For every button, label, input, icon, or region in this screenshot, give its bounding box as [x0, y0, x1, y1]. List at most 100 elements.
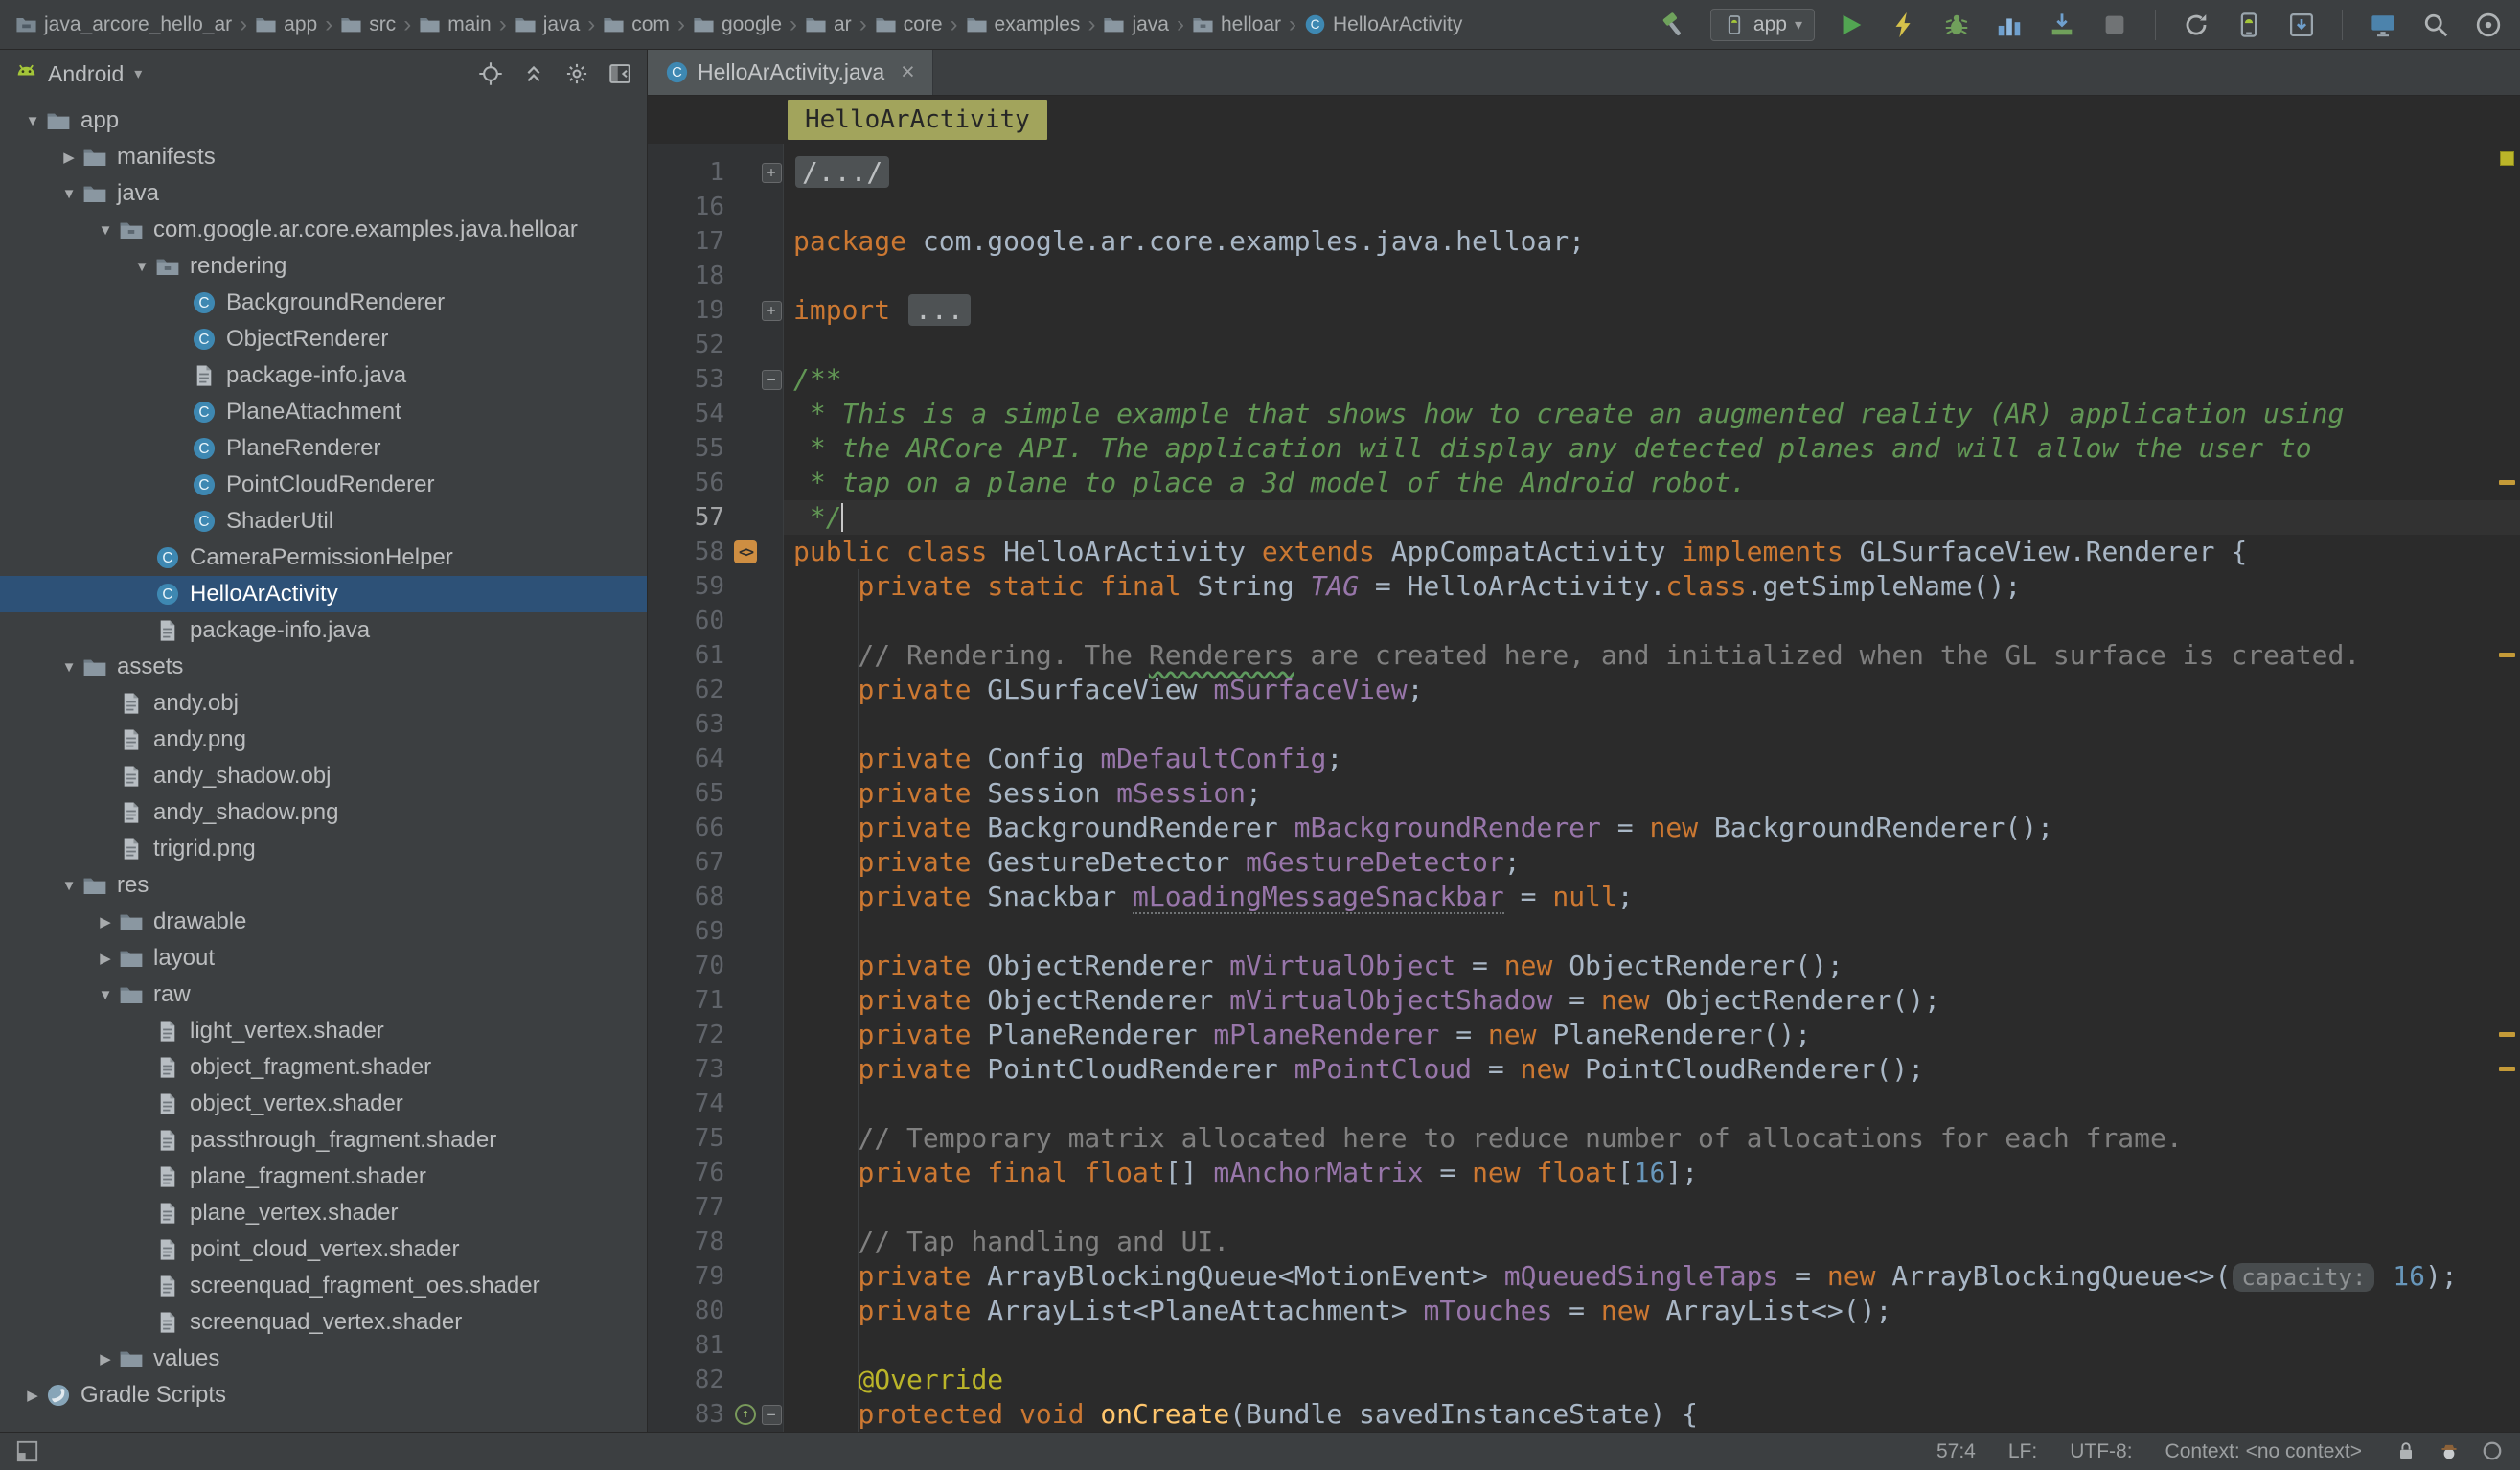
code-line-80[interactable]: 80 private ArrayList<PlaneAttachment> mT… [648, 1294, 2520, 1328]
code-line-16[interactable]: 16 [648, 190, 2520, 224]
code-line-60[interactable]: 60 [648, 604, 2520, 638]
breadcrumb-item-core[interactable]: core [875, 13, 943, 36]
breadcrumb-item-helloaractivity[interactable]: CHelloArActivity [1304, 13, 1462, 36]
tree-item-plane-fragment-shader[interactable]: plane_fragment.shader [0, 1159, 647, 1195]
background-tasks-icon[interactable] [2481, 1439, 2505, 1463]
assistant-icon[interactable] [2472, 9, 2505, 41]
tree-item-andy-png[interactable]: andy.png [0, 722, 647, 758]
chevron-collapsed-icon[interactable]: ▶ [56, 149, 82, 166]
tree-item-values[interactable]: ▶values [0, 1341, 647, 1377]
code-line-56[interactable]: 56 * tap on a plane to place a 3d model … [648, 466, 2520, 500]
code-line-67[interactable]: 67 private GestureDetector mGestureDetec… [648, 845, 2520, 880]
fold-marker[interactable]: − [759, 1397, 784, 1432]
tree-item-plane-vertex-shader[interactable]: plane_vertex.shader [0, 1195, 647, 1231]
sdk-manager-icon[interactable] [2285, 9, 2318, 41]
run-icon[interactable] [1835, 9, 1867, 41]
code-area[interactable]: 1+/.../1617package com.google.ar.core.ex… [648, 144, 2520, 1432]
breadcrumb-item-examples[interactable]: examples [966, 13, 1081, 36]
breadcrumb-item-google[interactable]: google [693, 13, 782, 36]
tree-item-objectrenderer[interactable]: CObjectRenderer [0, 321, 647, 357]
tree-item-andy-shadow-obj[interactable]: andy_shadow.obj [0, 758, 647, 794]
tree-item-passthrough-fragment-shader[interactable]: passthrough_fragment.shader [0, 1122, 647, 1159]
tree-item-gradle-scripts[interactable]: ▶Gradle Scripts [0, 1377, 647, 1413]
code-line-57[interactable]: 57 */ [648, 500, 2520, 535]
code-line-73[interactable]: 73 private PointCloudRenderer mPointClou… [648, 1052, 2520, 1087]
avd-manager-icon[interactable] [2233, 9, 2265, 41]
breadcrumb-item-main[interactable]: main [419, 13, 492, 36]
chevron-collapsed-icon[interactable]: ▶ [19, 1387, 46, 1404]
tree-item-screenquad-fragment-oes-shader[interactable]: screenquad_fragment_oes.shader [0, 1268, 647, 1304]
code-line-53[interactable]: 53−/** [648, 362, 2520, 397]
code-line-76[interactable]: 76 private final float[] mAnchorMatrix =… [648, 1156, 2520, 1190]
code-line-83[interactable]: 83↑− protected void onCreate(Bundle save… [648, 1397, 2520, 1432]
code-line-78[interactable]: 78 // Tap handling and UI. [648, 1225, 2520, 1259]
profiler-icon[interactable] [1993, 9, 2026, 41]
chevron-collapsed-icon[interactable]: ▶ [92, 1350, 119, 1367]
code-line-82[interactable]: 82 @Override [648, 1363, 2520, 1397]
breadcrumb-item-helloar[interactable]: helloar [1192, 13, 1281, 36]
chevron-expanded-icon[interactable]: ▼ [56, 186, 82, 202]
attach-debugger-icon[interactable] [2046, 9, 2078, 41]
code-line-74[interactable]: 74 [648, 1087, 2520, 1121]
breadcrumb-item-ar[interactable]: ar [805, 13, 852, 36]
hide-panel-icon[interactable] [607, 60, 633, 87]
tree-item-package-info-java[interactable]: package-info.java [0, 357, 647, 394]
code-line-19[interactable]: 19+import ... [648, 293, 2520, 328]
code-line-65[interactable]: 65 private Session mSession; [648, 776, 2520, 811]
error-stripe[interactable] [2493, 144, 2520, 1432]
code-line-55[interactable]: 55 * the ARCore API. The application wil… [648, 431, 2520, 466]
code-line-17[interactable]: 17package com.google.ar.core.examples.ja… [648, 224, 2520, 259]
caret-position[interactable]: 57:4 [1936, 1440, 1976, 1463]
code-line-81[interactable]: 81 [648, 1328, 2520, 1363]
tree-item-layout[interactable]: ▶layout [0, 940, 647, 976]
apply-changes-icon[interactable] [1888, 9, 1920, 41]
gradle-sync-icon[interactable] [2180, 9, 2212, 41]
close-icon[interactable]: × [901, 60, 915, 84]
toolwindow-toggle-icon[interactable] [15, 1439, 39, 1463]
tree-item-drawable[interactable]: ▶drawable [0, 904, 647, 940]
settings-gear-icon[interactable] [563, 60, 590, 87]
tree-item-object-vertex-shader[interactable]: object_vertex.shader [0, 1086, 647, 1122]
file-encoding-indicator[interactable]: UTF-8: [2070, 1440, 2132, 1463]
tree-item-andy-obj[interactable]: andy.obj [0, 685, 647, 722]
inspections-profile-icon[interactable] [2438, 1439, 2462, 1463]
fold-marker[interactable]: + [759, 155, 784, 190]
tree-item-raw[interactable]: ▼raw [0, 976, 647, 1013]
editor-tab[interactable]: C HelloArActivity.java × [648, 50, 933, 95]
layout-inspector-icon[interactable] [2367, 9, 2399, 41]
chevron-expanded-icon[interactable]: ▼ [56, 659, 82, 676]
code-line-62[interactable]: 62 private GLSurfaceView mSurfaceView; [648, 673, 2520, 707]
search-everywhere-icon[interactable] [2419, 9, 2452, 41]
scroll-from-source-icon[interactable] [477, 60, 504, 87]
tree-item-screenquad-vertex-shader[interactable]: screenquad_vertex.shader [0, 1304, 647, 1341]
project-view-selector[interactable]: Android ▾ [13, 61, 142, 87]
stop-icon[interactable] [2098, 9, 2131, 41]
breadcrumb-item-java-arcore-hello-ar[interactable]: java_arcore_hello_ar [15, 13, 232, 36]
tree-item-light-vertex-shader[interactable]: light_vertex.shader [0, 1013, 647, 1049]
manifest-gutter-icon[interactable]: <> [732, 535, 759, 569]
tree-item-java[interactable]: ▼java [0, 175, 647, 212]
tree-item-trigrid-png[interactable]: trigrid.png [0, 831, 647, 867]
code-line-63[interactable]: 63 [648, 707, 2520, 742]
chevron-expanded-icon[interactable]: ▼ [92, 222, 119, 239]
fold-marker[interactable]: − [759, 362, 784, 397]
chevron-expanded-icon[interactable]: ▼ [128, 259, 155, 275]
chevron-expanded-icon[interactable]: ▼ [19, 113, 46, 129]
warning-mark[interactable] [2499, 653, 2515, 657]
tree-item-rendering[interactable]: ▼rendering [0, 248, 647, 285]
tree-item-planeattachment[interactable]: CPlaneAttachment [0, 394, 647, 430]
tree-item-andy-shadow-png[interactable]: andy_shadow.png [0, 794, 647, 831]
tree-item-helloaractivity[interactable]: CHelloArActivity [0, 576, 647, 612]
warning-mark[interactable] [2499, 480, 2515, 485]
warning-mark[interactable] [2499, 1032, 2515, 1037]
code-line-59[interactable]: 59 private static final String TAG = Hel… [648, 569, 2520, 604]
tree-item-planerenderer[interactable]: CPlaneRenderer [0, 430, 647, 467]
debug-icon[interactable] [1940, 9, 1973, 41]
breadcrumb-item-java[interactable]: java [515, 13, 581, 36]
warning-mark[interactable] [2499, 1067, 2515, 1071]
chevron-expanded-icon[interactable]: ▼ [56, 878, 82, 894]
tree-item-package-info-java[interactable]: package-info.java [0, 612, 647, 649]
tree-item-shaderutil[interactable]: CShaderUtil [0, 503, 647, 540]
code-line-61[interactable]: 61 // Rendering. The Renderers are creat… [648, 638, 2520, 673]
breadcrumb-class-chip[interactable]: HelloArActivity [788, 100, 1047, 140]
